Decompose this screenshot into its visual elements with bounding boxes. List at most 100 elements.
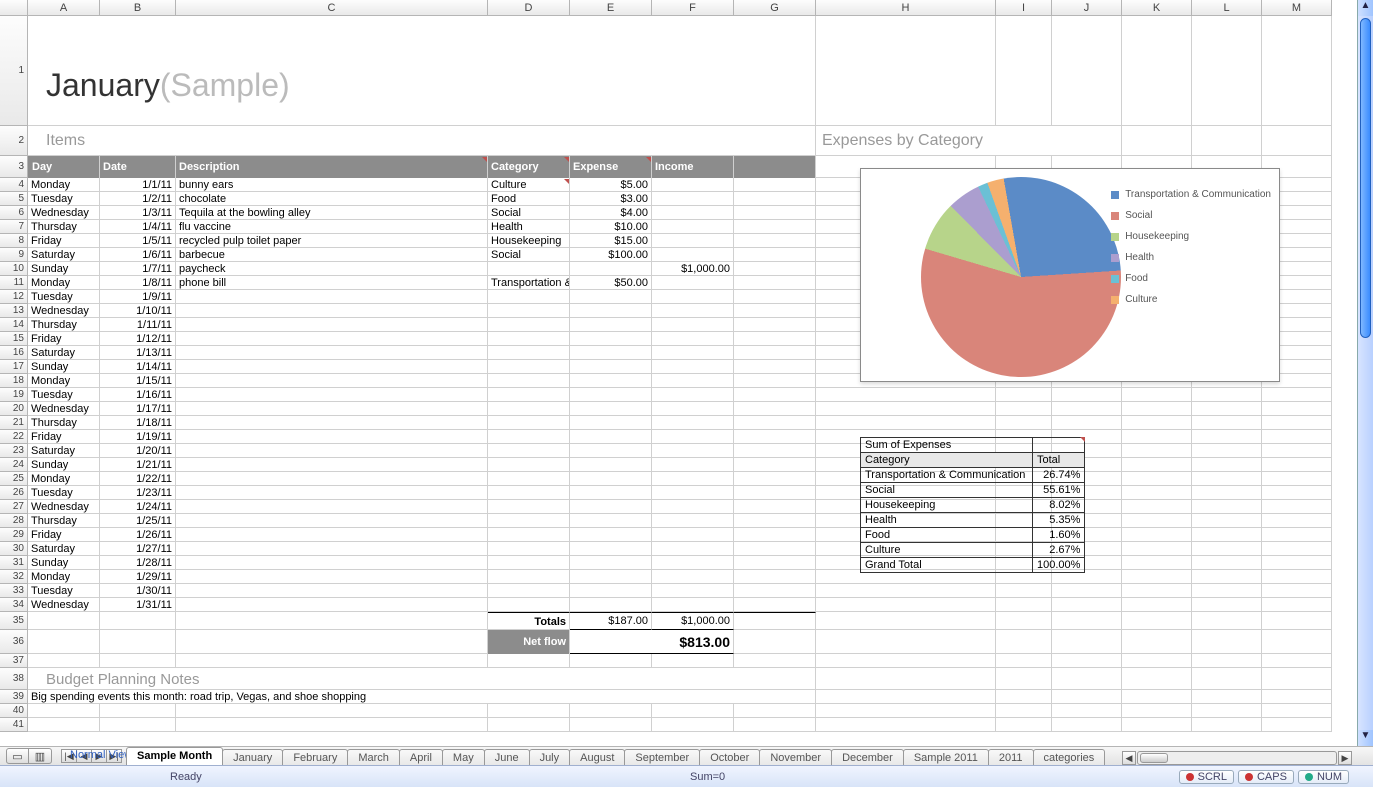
row-header-12[interactable]: 12 [0,290,28,304]
cell-day[interactable]: Wednesday [28,598,100,612]
cell-date[interactable]: 1/14/11 [100,360,176,374]
cell-date[interactable]: 1/23/11 [100,486,176,500]
cell-date[interactable]: 1/16/11 [100,388,176,402]
sheet-tab[interactable]: November [759,749,832,765]
cell-category[interactable] [488,486,570,500]
row-header-25[interactable]: 25 [0,472,28,486]
cell-date[interactable]: 1/3/11 [100,206,176,220]
row-header-2[interactable]: 2 [0,126,28,156]
row-header-9[interactable]: 9 [0,248,28,262]
horizontal-scrollbar[interactable]: ◀ ▶ [1104,751,1373,765]
row-header-16[interactable]: 16 [0,346,28,360]
cell-description[interactable] [176,598,488,612]
cell-expense[interactable] [570,486,652,500]
cell-description[interactable] [176,472,488,486]
cell-category[interactable]: Social [488,206,570,220]
cell-description[interactable] [176,458,488,472]
row-header-39[interactable]: 39 [0,690,28,704]
cell-category[interactable]: Social [488,248,570,262]
cell-date[interactable]: 1/28/11 [100,556,176,570]
cell-description[interactable]: chocolate [176,192,488,206]
sheet-tab[interactable]: June [484,749,530,765]
scroll-up-icon[interactable]: ▲ [1358,0,1373,16]
cell-day[interactable]: Saturday [28,346,100,360]
cell-day[interactable]: Monday [28,570,100,584]
cell-date[interactable]: 1/15/11 [100,374,176,388]
view-buttons[interactable]: ▭ ▥ [6,748,52,764]
row-header-13[interactable]: 13 [0,304,28,318]
cell-description[interactable]: recycled pulp toilet paper [176,234,488,248]
cell-description[interactable] [176,374,488,388]
row-header-4[interactable]: 4 [0,178,28,192]
row-header-3[interactable]: 3 [0,156,28,178]
column-header-D[interactable]: D [488,0,570,15]
column-header-G[interactable]: G [734,0,816,15]
column-header-K[interactable]: K [1122,0,1192,15]
scroll-down-icon[interactable]: ▼ [1358,730,1373,746]
cell-expense[interactable] [570,388,652,402]
status-num[interactable]: NUM [1298,770,1349,784]
column-header-A[interactable]: A [28,0,100,15]
cell-expense[interactable] [570,570,652,584]
cell-expense[interactable] [570,542,652,556]
cell-day[interactable]: Monday [28,178,100,192]
cell-date[interactable]: 1/12/11 [100,332,176,346]
cell-income[interactable] [652,500,734,514]
row-header-38[interactable]: 38 [0,668,28,690]
notes-text[interactable]: Big spending events this month: road tri… [28,690,816,704]
cell-expense[interactable] [570,332,652,346]
row-header-21[interactable]: 21 [0,416,28,430]
cell-income[interactable] [652,276,734,290]
cell-income[interactable] [652,430,734,444]
cell-income[interactable] [652,542,734,556]
cell-category[interactable] [488,514,570,528]
cell-category[interactable] [488,346,570,360]
cell-date[interactable]: 1/4/11 [100,220,176,234]
hdr-day[interactable]: Day [28,156,100,178]
cell-income[interactable] [652,206,734,220]
cell-income[interactable] [652,528,734,542]
cell-income[interactable] [652,388,734,402]
cell-date[interactable]: 1/31/11 [100,598,176,612]
hscroll-right-icon[interactable]: ▶ [1338,751,1352,765]
cell-expense[interactable] [570,304,652,318]
cell-category[interactable]: Food [488,192,570,206]
cell-income[interactable] [652,472,734,486]
cell-date[interactable]: 1/26/11 [100,528,176,542]
cell-expense[interactable] [570,430,652,444]
cell-description[interactable] [176,430,488,444]
cell-category[interactable] [488,598,570,612]
cell-category[interactable] [488,430,570,444]
cell-date[interactable]: 1/10/11 [100,304,176,318]
sheet-tab[interactable]: April [399,749,443,765]
cell-category[interactable]: Housekeeping [488,234,570,248]
cell-day[interactable]: Friday [28,430,100,444]
column-header-H[interactable]: H [816,0,996,15]
sheet-tab[interactable]: July [529,749,571,765]
cell-description[interactable] [176,360,488,374]
cell-category[interactable] [488,416,570,430]
row-header-23[interactable]: 23 [0,444,28,458]
cell-day[interactable]: Wednesday [28,500,100,514]
row-header-18[interactable]: 18 [0,374,28,388]
row-header-41[interactable]: 41 [0,718,28,732]
column-header-E[interactable]: E [570,0,652,15]
cell-category[interactable] [488,570,570,584]
cell-description[interactable] [176,500,488,514]
sheet-tab[interactable]: categories [1033,749,1106,765]
cell-category[interactable] [488,290,570,304]
cell-date[interactable]: 1/13/11 [100,346,176,360]
row-header-8[interactable]: 8 [0,234,28,248]
cell-income[interactable] [652,346,734,360]
cell-expense[interactable] [570,500,652,514]
row-header-29[interactable]: 29 [0,528,28,542]
row-header-19[interactable]: 19 [0,388,28,402]
cell-expense[interactable] [570,472,652,486]
cell-date[interactable]: 1/11/11 [100,318,176,332]
pivot-table[interactable]: Sum of ExpensesCategoryTotalTransportati… [860,437,1085,573]
cell-expense[interactable] [570,290,652,304]
pie-chart[interactable]: Transportation & CommunicationSocialHous… [860,168,1280,382]
cell-income[interactable]: $1,000.00 [652,262,734,276]
cell-expense[interactable] [570,444,652,458]
row-header-22[interactable]: 22 [0,430,28,444]
